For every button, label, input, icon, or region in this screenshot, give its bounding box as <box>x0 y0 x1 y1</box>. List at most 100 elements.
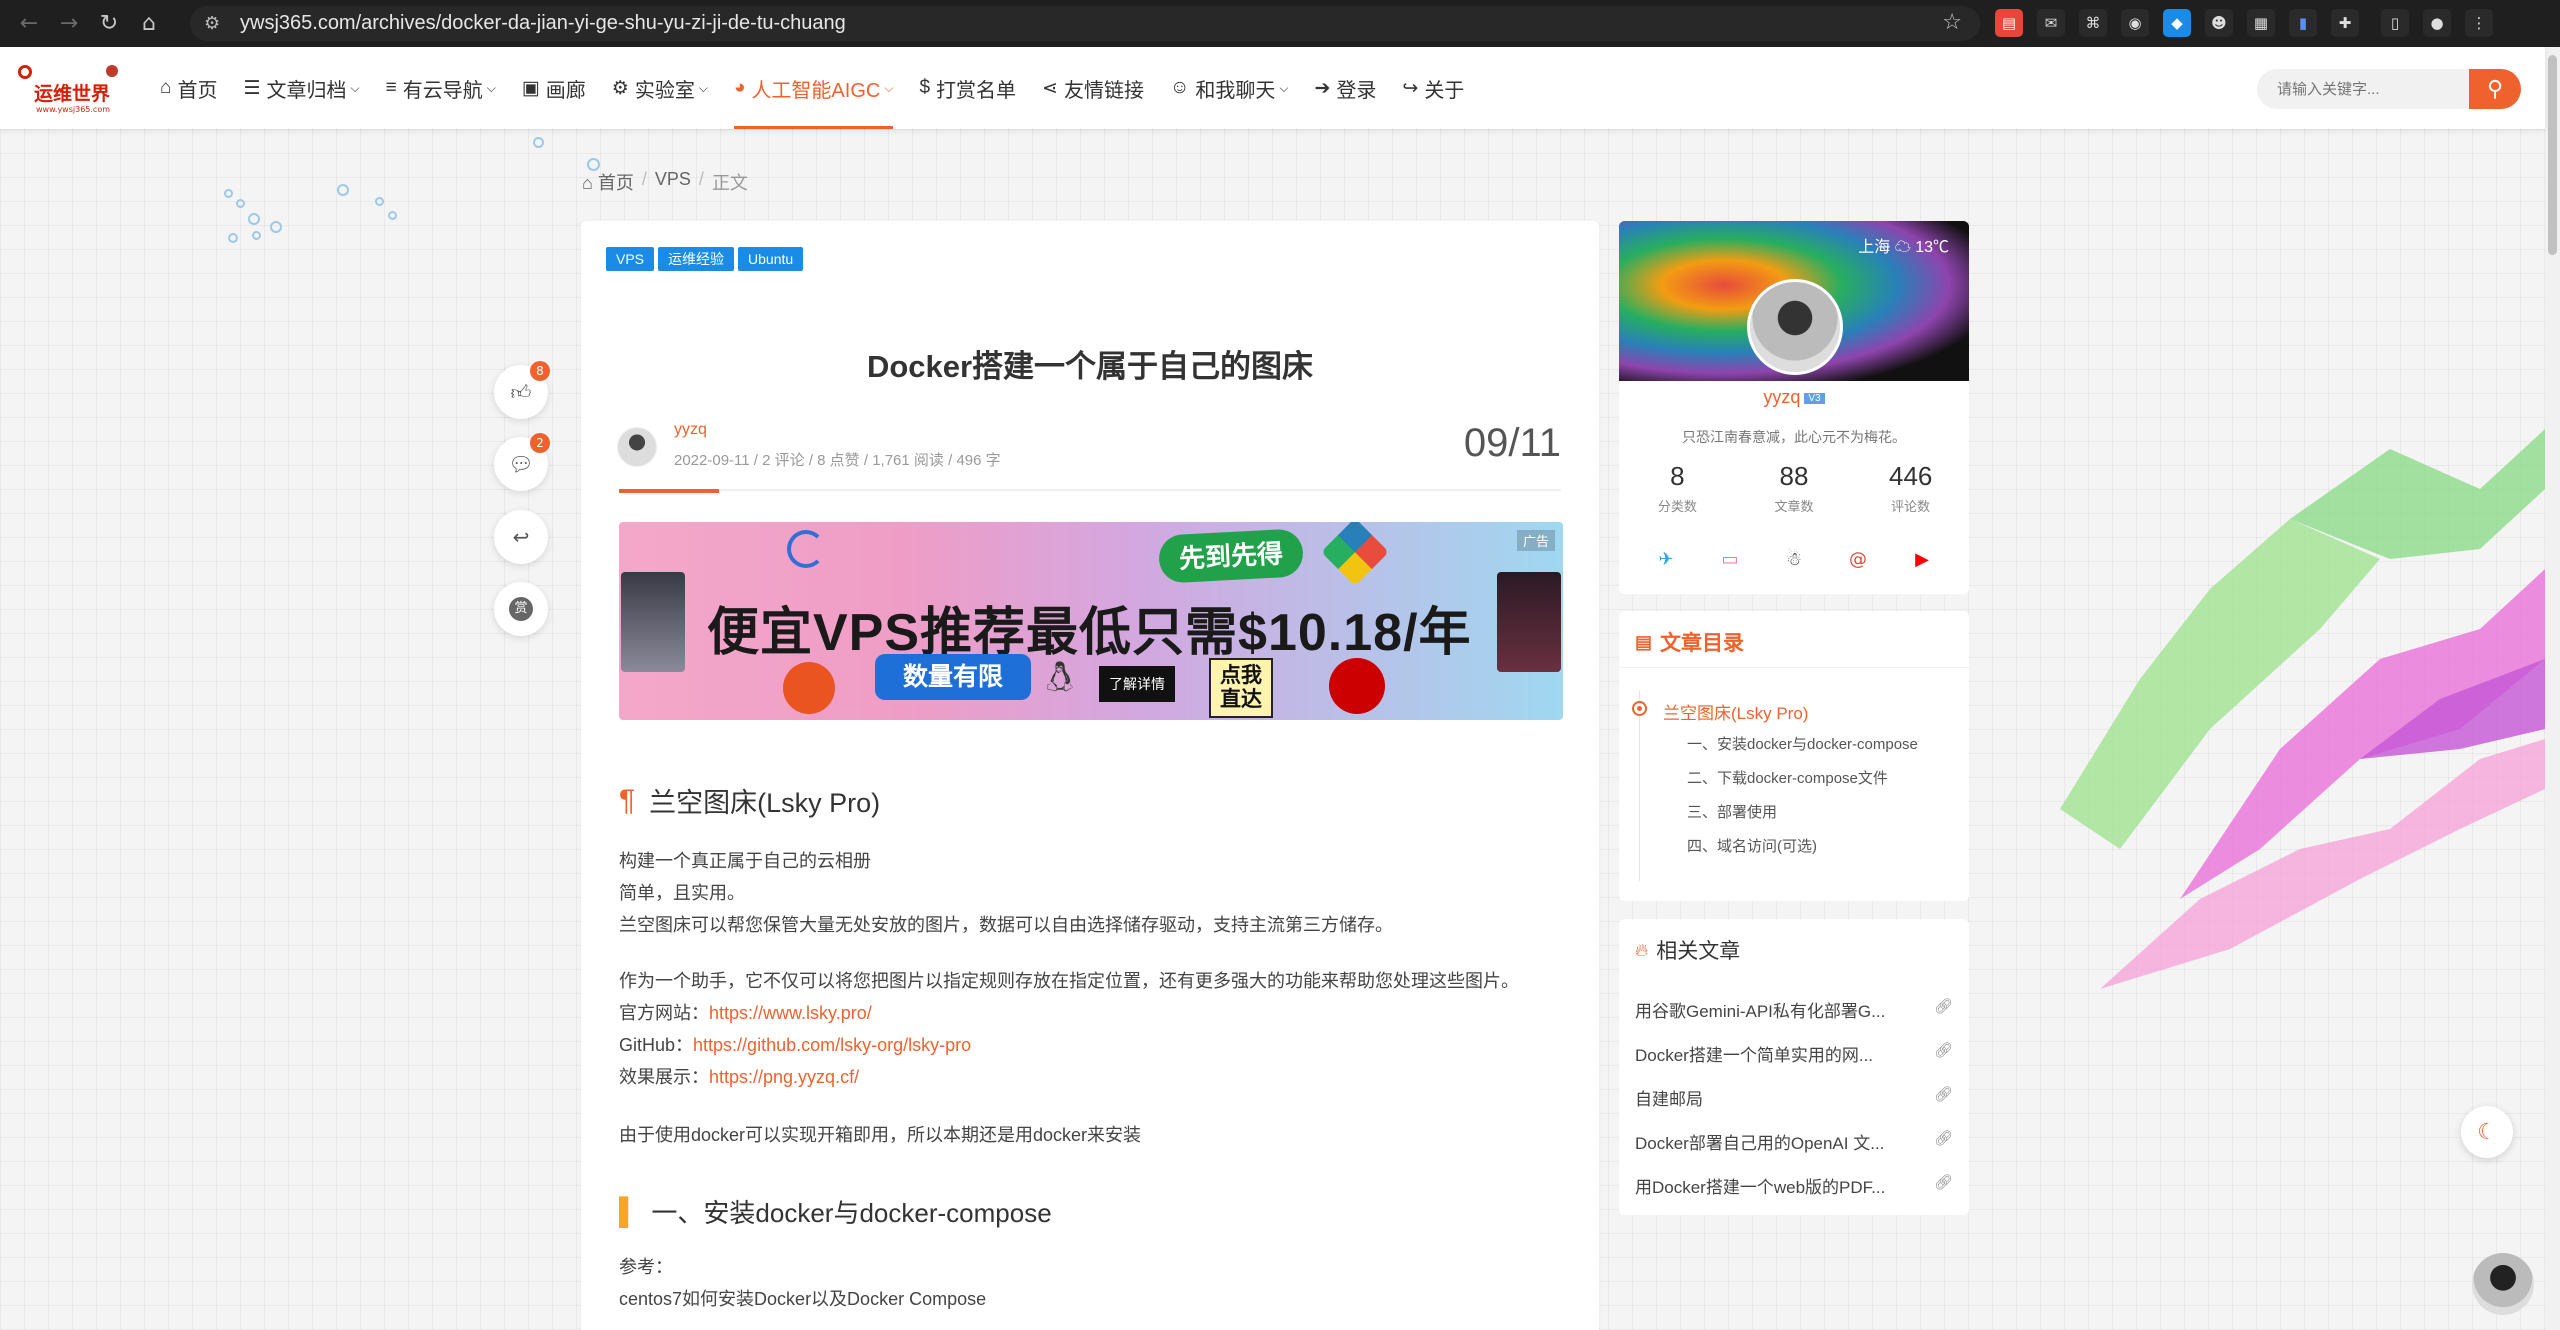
bookmark-star-icon[interactable]: ☆ <box>1942 10 1962 35</box>
paragraph-reference: 参考： centos7如何安装Docker以及Docker Compose <box>619 1251 986 1315</box>
nav-lab[interactable]: ⚙ 实验室 ⌵ <box>612 47 708 129</box>
comment-count-badge: 2 <box>530 433 550 453</box>
extension-qr-icon[interactable]: ▦ <box>2247 9 2275 37</box>
home-icon: ⌂ <box>582 173 598 193</box>
share-button[interactable]: ↩ <box>494 510 548 564</box>
qq-icon[interactable]: ☃ <box>1782 547 1806 571</box>
link-icon: 🔗︎ <box>1933 1086 1953 1103</box>
tag-vps[interactable]: VPS <box>606 247 655 271</box>
forward-icon[interactable]: → <box>50 5 88 43</box>
bilibili-icon[interactable]: ▭ <box>1718 547 1742 571</box>
like-count-badge: 8 <box>530 361 550 381</box>
chat-widget-avatar[interactable] <box>2472 1253 2534 1315</box>
related-item[interactable]: Docker部署自己用的OpenAI 文... 🔗︎ <box>1635 1129 1953 1154</box>
related-item[interactable]: 用Docker搭建一个web版的PDF... 🔗︎ <box>1635 1173 1953 1198</box>
breadcrumb-separator: / <box>641 169 647 189</box>
browser-menu-icon[interactable]: ⋮ <box>2465 9 2493 37</box>
breadcrumb: ⌂ 首页 / VPS / 正文 <box>582 169 748 195</box>
reload-icon[interactable]: ↻ <box>90 5 128 43</box>
banner-first-come: 先到先得 <box>1157 528 1305 584</box>
address-bar[interactable]: ⚙ ywsj365.com/archives/docker-da-jian-yi… <box>190 6 1980 41</box>
nav-ai-aigc[interactable]: ◕ 人工智能AIGC ⌵ <box>733 47 893 129</box>
comment-button[interactable]: 💬︎ 2 <box>494 433 550 491</box>
profile-name[interactable]: yyzq V3 <box>1619 387 1969 408</box>
related-item[interactable]: 自建邮局 🔗︎ <box>1635 1085 1953 1110</box>
nav-cloud-nav[interactable]: ≡ 有云导航 ⌵ <box>386 47 496 129</box>
author-avatar[interactable] <box>617 427 657 467</box>
tag-ubuntu[interactable]: Ubuntu <box>738 247 804 271</box>
tag-ops-experience[interactable]: 运维经验 <box>658 247 735 271</box>
dark-mode-toggle[interactable]: ☾ <box>2461 1106 2513 1158</box>
toc-item-deploy[interactable]: 三、部署使用 <box>1687 801 1777 822</box>
author-name[interactable]: yyzq <box>674 421 707 439</box>
nav-login[interactable]: ➔ 登录 <box>1314 47 1376 129</box>
url-text[interactable]: ywsj365.com/archives/docker-da-jian-yi-g… <box>240 12 846 35</box>
nav-archives[interactable]: ☰ 文章归档 ⌵ <box>243 47 359 129</box>
extension-blue-icon[interactable]: ◆ <box>2163 9 2191 37</box>
extension-bookmark-icon[interactable]: ▮ <box>2289 9 2317 37</box>
related-item[interactable]: Docker搭建一个简单实用的网... 🔗︎ <box>1635 1041 1953 1066</box>
toc-line <box>1639 691 1640 881</box>
extensions-puzzle-icon[interactable]: ✚ <box>2331 9 2359 37</box>
extension-red-icon[interactable]: ▤ <box>1995 9 2023 37</box>
back-icon[interactable]: ← <box>10 5 48 43</box>
reference-link[interactable]: centos7如何安装Docker以及Docker Compose <box>619 1283 986 1315</box>
nav-home[interactable]: ⌂ 首页 <box>160 47 217 129</box>
page-scrollbar[interactable] <box>2545 47 2560 1330</box>
like-button[interactable]: 👍︎ 8 <box>494 361 550 419</box>
github-link[interactable]: https://github.com/lsky-org/lsky-pro <box>693 1035 971 1055</box>
related-item[interactable]: 用谷歌Gemini-API私有化部署G... 🔗︎ <box>1635 997 1953 1022</box>
heading-lsky-pro: ¶ 兰空图床(Lsky Pro) <box>619 783 881 819</box>
email-icon[interactable]: @ <box>1846 547 1870 571</box>
toc-item-lsky[interactable]: 兰空图床(Lsky Pro) <box>1663 699 1808 724</box>
toc-item-domain[interactable]: 四、域名访问(可选) <box>1687 835 1817 856</box>
profile-icon[interactable]: ● <box>2423 9 2451 37</box>
extension-counter-icon[interactable]: ⌘ <box>2079 9 2107 37</box>
meta-divider <box>619 489 1561 493</box>
site-settings-icon[interactable]: ⚙ <box>204 13 228 34</box>
paragraph-intro: 构建一个真正属于自己的云相册 简单，且实用。 兰空图床可以帮您保管大量无处安放的… <box>619 851 1393 935</box>
nav-list-icon: ≡ <box>385 77 397 98</box>
extension-chat-icon[interactable]: ✉ <box>2037 9 2065 37</box>
thumbs-up-icon: 👍︎ <box>510 379 532 404</box>
share-icon: ⋖ <box>1042 77 1058 99</box>
comment-count[interactable]: 2 评论 <box>762 452 805 469</box>
telegram-icon[interactable]: ✈ <box>1654 547 1678 571</box>
banner-go-button[interactable]: 点我 直达 <box>1209 658 1273 718</box>
level-badge: V3 <box>1804 392 1825 404</box>
nav-about[interactable]: ↪ 关于 <box>1402 47 1464 129</box>
nav-chat[interactable]: ☺ 和我聊天 ⌵ <box>1170 47 1289 129</box>
profile-avatar[interactable] <box>1747 279 1843 375</box>
gear-icon: ⚙ <box>611 77 629 99</box>
site-logo[interactable]: 运维世界 www.ywsj365.com <box>16 63 126 117</box>
chrome-icon: ◕ <box>733 77 746 98</box>
extension-camera-icon[interactable]: ◉ <box>2121 9 2149 37</box>
official-site-link[interactable]: https://www.lsky.pro/ <box>709 1003 872 1023</box>
toc-item-install[interactable]: 一、安装docker与docker-compose <box>1687 733 1918 754</box>
reward-icon: 赏 <box>509 597 533 621</box>
word-count: 496 字 <box>956 452 1001 469</box>
breadcrumb-home[interactable]: ⌂ 首页 <box>582 169 634 195</box>
breadcrumb-category[interactable]: VPS <box>655 169 691 195</box>
demo-link[interactable]: https://png.yyzq.cf/ <box>709 1067 859 1087</box>
article-date: 2022-09-11 <box>674 452 750 469</box>
nav-gallery[interactable]: ▣ 画廊 <box>522 47 586 129</box>
nav-friend-links[interactable]: ⋖ 友情链接 <box>1042 47 1144 129</box>
nav-donors[interactable]: $ 打赏名单 <box>919 47 1016 129</box>
ad-banner[interactable]: 🐧︎ 先到先得 便宜VPS推荐最低只需$10.18/年 数量有限 了解详情 点我… <box>619 522 1563 720</box>
toc-item-download[interactable]: 二、下载docker-compose文件 <box>1687 767 1888 788</box>
banner-details[interactable]: 了解详情 <box>1099 666 1175 702</box>
section-marker-icon: ▌ <box>619 1196 638 1226</box>
ubuntu-logo-icon <box>783 662 835 714</box>
reward-button[interactable]: 赏 <box>494 582 548 636</box>
search-button[interactable]: ⚲ <box>2469 69 2521 109</box>
scrollbar-thumb[interactable] <box>2548 55 2557 255</box>
sidebar-toggle-icon[interactable]: ▯ <box>2381 9 2409 37</box>
extension-face-icon[interactable]: ☻ <box>2205 9 2233 37</box>
search-input[interactable] <box>2257 69 2469 109</box>
youtube-icon[interactable]: ▶ <box>1910 547 1934 571</box>
breadcrumb-separator: / <box>698 169 704 189</box>
home-icon[interactable]: ⌂ <box>130 5 168 43</box>
view-count: 1,761 阅读 <box>872 452 944 469</box>
centos-logo-icon <box>1321 522 1389 586</box>
